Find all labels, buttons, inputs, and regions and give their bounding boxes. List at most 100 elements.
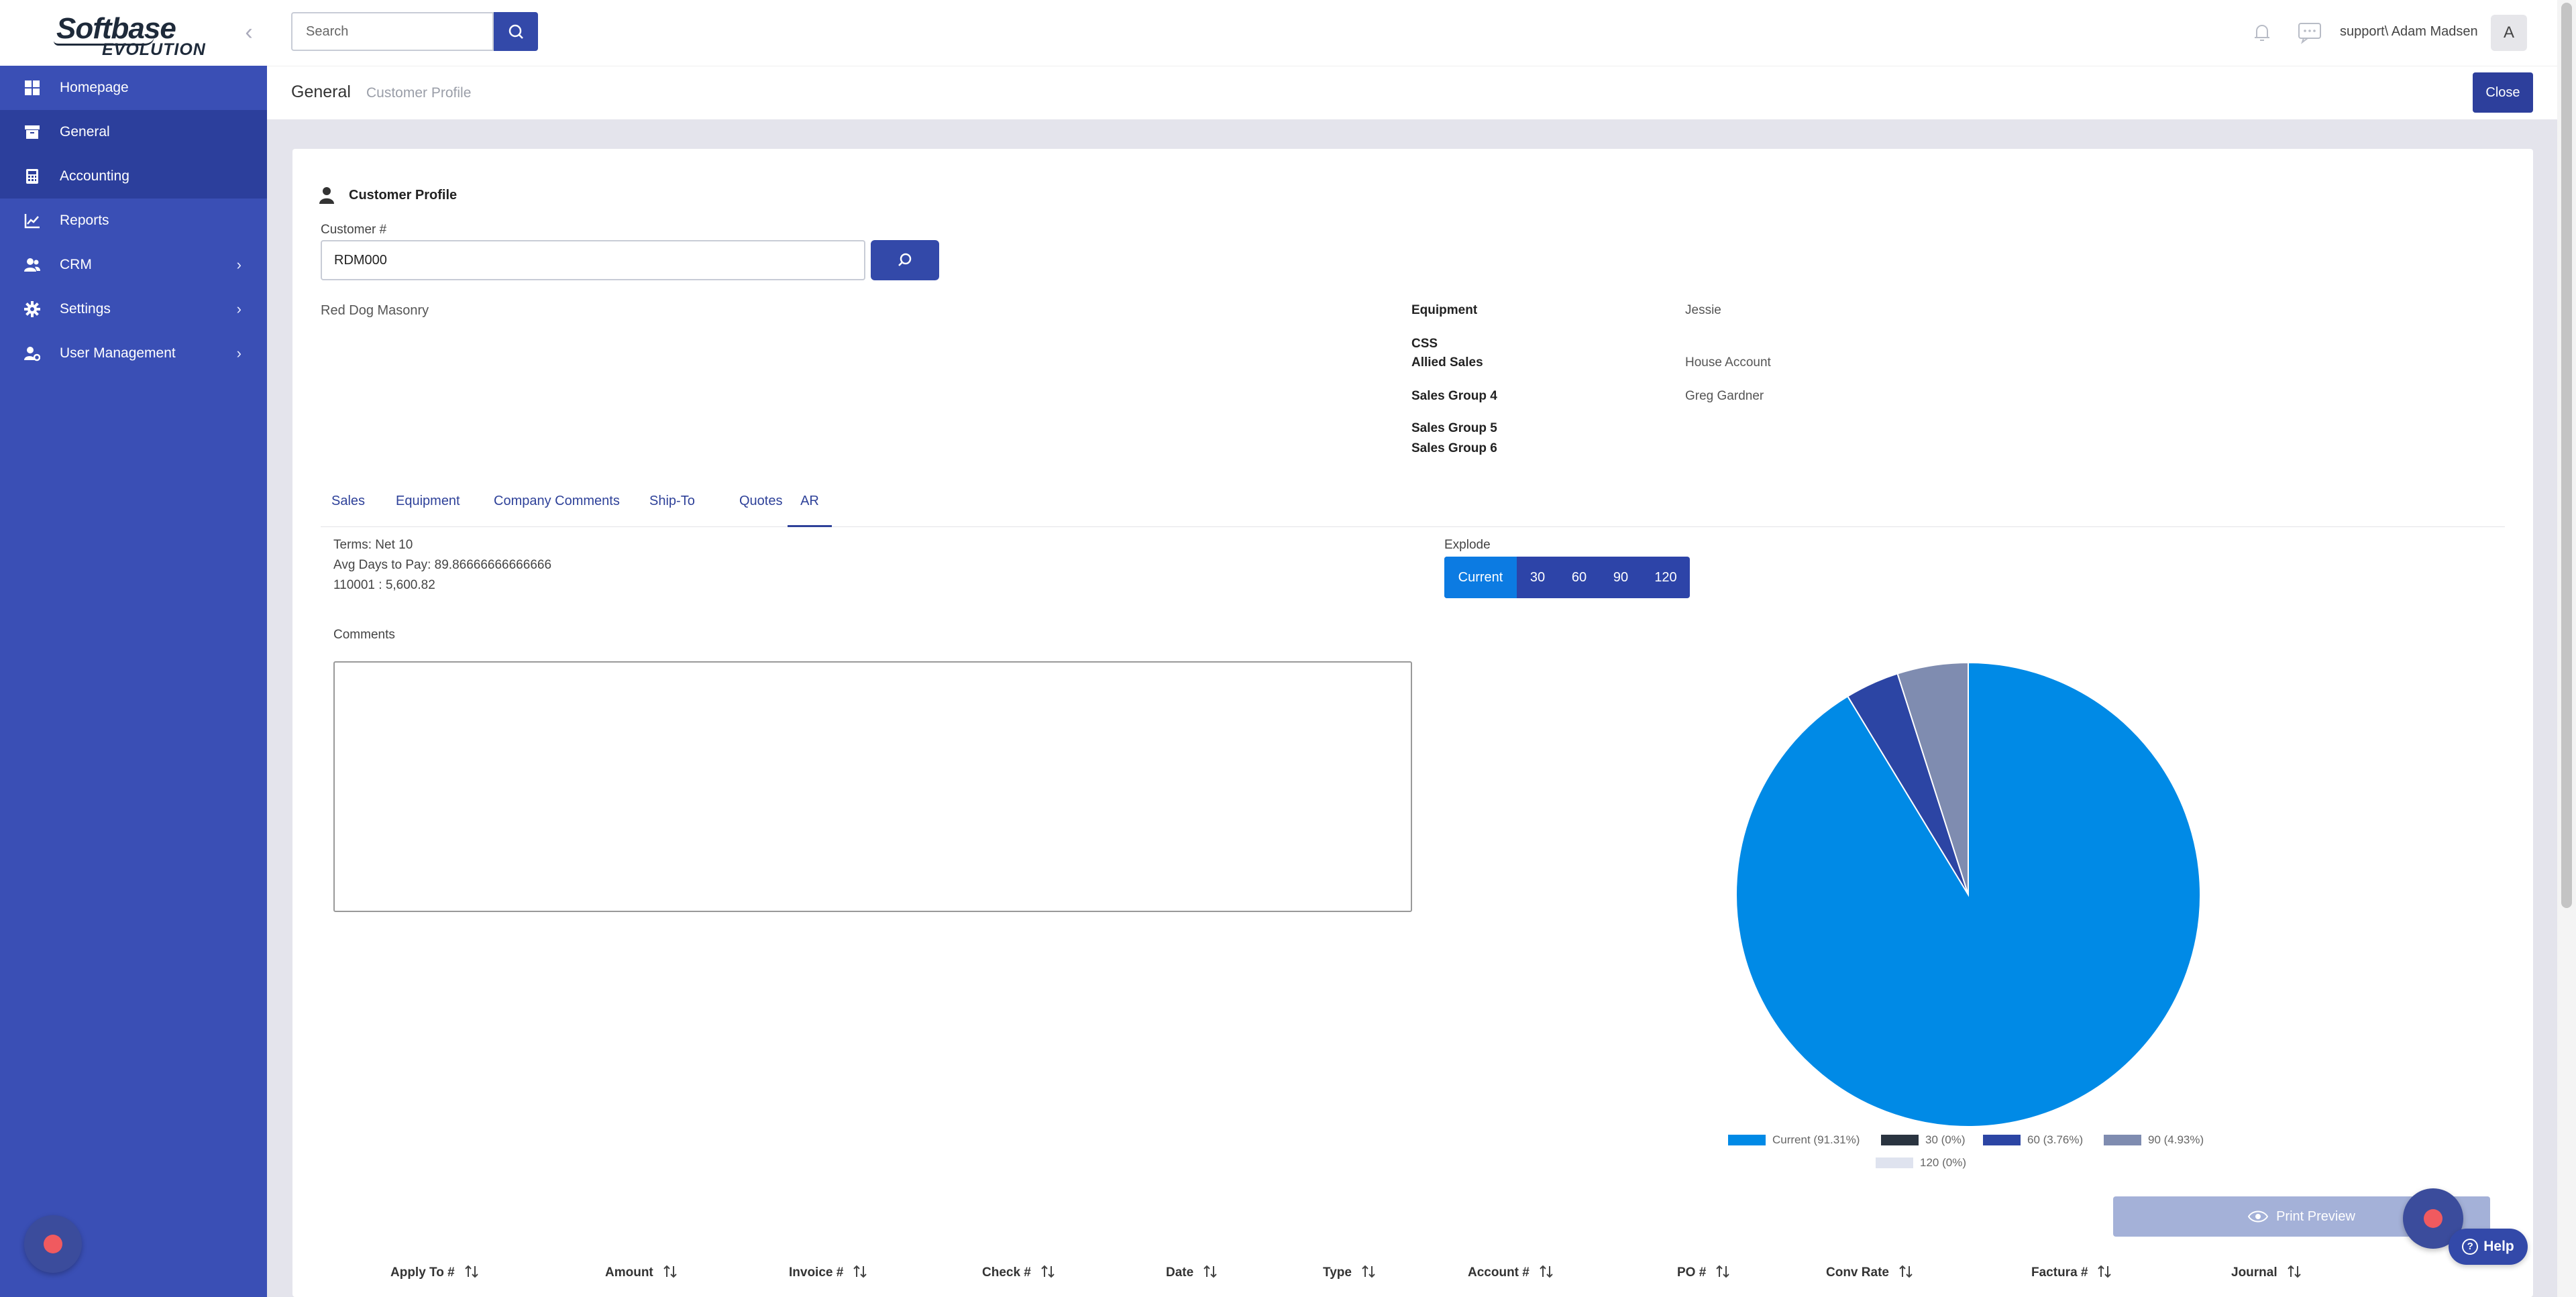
tab-ship-to[interactable]: Ship-To xyxy=(649,494,695,527)
column-header-label: Amount xyxy=(605,1265,653,1280)
sidebar-item-accounting[interactable]: Accounting xyxy=(0,154,267,199)
archive-icon xyxy=(25,125,40,139)
collapse-sidebar-icon[interactable]: ‹ xyxy=(239,20,259,44)
column-header-label: Journal xyxy=(2231,1265,2277,1280)
tab-sales[interactable]: Sales xyxy=(331,494,365,527)
sidebar-item-crm[interactable]: CRM › xyxy=(0,243,267,287)
chart-line-icon xyxy=(24,214,40,229)
breadcrumb: General Customer Profile xyxy=(267,66,2557,119)
column-header-label: Invoice # xyxy=(789,1265,844,1280)
sidebar-item-homepage[interactable]: Homepage xyxy=(0,66,267,110)
gear-icon xyxy=(24,301,40,317)
legend-swatch xyxy=(1881,1135,1919,1145)
sidebar-item-user-management[interactable]: User Management › xyxy=(0,331,267,376)
sort-icon xyxy=(1540,1265,1553,1278)
notification-dot-icon xyxy=(44,1235,62,1253)
explode-120-button[interactable]: 120 xyxy=(1642,557,1690,598)
column-header-label: Factura # xyxy=(2031,1265,2088,1280)
eye-icon xyxy=(2248,1210,2269,1223)
chat-icon[interactable] xyxy=(2297,20,2322,44)
column-header-label: Apply To # xyxy=(390,1265,455,1280)
column-factura[interactable]: Factura # xyxy=(2031,1265,2112,1280)
explode-30-button[interactable]: 30 xyxy=(1517,557,1558,598)
legend-label: 30 (0%) xyxy=(1925,1133,1966,1146)
softbase-logo[interactable]: Softbase EVOLUTION xyxy=(54,11,205,59)
search-button[interactable] xyxy=(494,12,538,51)
balance-text: 110001 : 5,600.82 xyxy=(333,578,435,592)
legend-swatch xyxy=(1876,1158,1913,1168)
legend-item-120[interactable]: 120 (0%) xyxy=(1876,1156,1966,1170)
legend-label: 120 (0%) xyxy=(1920,1156,1966,1169)
help-button[interactable]: ? Help xyxy=(2449,1229,2528,1265)
sort-icon xyxy=(1203,1265,1217,1278)
column-po[interactable]: PO # xyxy=(1677,1265,1730,1280)
column-conv-rate[interactable]: Conv Rate xyxy=(1826,1265,1913,1280)
legend-item-current[interactable]: Current (91.31%) xyxy=(1728,1133,1860,1147)
column-header-label: Type xyxy=(1323,1265,1352,1280)
customer-number-label: Customer # xyxy=(321,223,387,237)
tab-ar[interactable]: AR xyxy=(788,494,832,527)
column-journal[interactable]: Journal xyxy=(2231,1265,2302,1280)
customer-search-button[interactable] xyxy=(871,240,939,280)
scrollbar-thumb[interactable] xyxy=(2561,3,2572,908)
search-input[interactable] xyxy=(292,13,492,50)
explode-button-group: Current 30 60 90 120 xyxy=(1444,557,1690,598)
close-button[interactable]: Close xyxy=(2473,72,2533,113)
sidebar-item-label: General xyxy=(60,124,110,139)
explode-label: Explode xyxy=(1444,538,1491,552)
info-key-sales-group-4: Sales Group 4 xyxy=(1411,389,1497,403)
search-icon xyxy=(898,253,912,266)
column-header-label: PO # xyxy=(1677,1265,1707,1280)
card-title: Customer Profile xyxy=(319,187,457,204)
legend-item-90[interactable]: 90 (4.93%) xyxy=(2104,1133,2204,1147)
column-invoice[interactable]: Invoice # xyxy=(789,1265,867,1280)
info-value-equipment: Jessie xyxy=(1685,303,1721,317)
sidebar-item-label: Accounting xyxy=(60,168,129,184)
column-date[interactable]: Date xyxy=(1166,1265,1218,1280)
sort-icon xyxy=(1899,1265,1913,1278)
legend-label: 90 (4.93%) xyxy=(2148,1133,2204,1146)
explode-60-button[interactable]: 60 xyxy=(1558,557,1600,598)
avatar[interactable]: A xyxy=(2491,15,2527,51)
terms-text: Terms: Net 10 xyxy=(333,538,413,552)
info-key-sales-group-5: Sales Group 5 xyxy=(1411,421,1497,435)
user-name[interactable]: support\ Adam Madsen xyxy=(2340,24,2478,40)
sort-icon xyxy=(465,1265,478,1278)
sidebar-nav: Homepage General Accounting Reports CRM … xyxy=(0,66,267,376)
breadcrumb-section[interactable]: General xyxy=(291,82,351,102)
column-apply-to[interactable]: Apply To # xyxy=(390,1265,479,1280)
column-check[interactable]: Check # xyxy=(982,1265,1055,1280)
sidebar: Softbase EVOLUTION ‹ Homepage General Ac… xyxy=(0,0,267,1297)
breadcrumb-page: Customer Profile xyxy=(366,85,472,101)
users-icon xyxy=(24,258,40,272)
chat-launcher-button[interactable] xyxy=(24,1215,82,1273)
tab-equipment[interactable]: Equipment xyxy=(396,494,460,527)
sidebar-item-reports[interactable]: Reports xyxy=(0,199,267,243)
page-scrollbar[interactable] xyxy=(2557,0,2576,1297)
sort-icon xyxy=(2287,1265,2301,1278)
tab-company-comments[interactable]: Company Comments xyxy=(494,494,620,527)
search-icon xyxy=(508,24,523,39)
dashboard-icon xyxy=(25,80,40,95)
comments-textarea[interactable] xyxy=(333,661,1412,912)
user-icon xyxy=(319,187,334,204)
column-type[interactable]: Type xyxy=(1323,1265,1376,1280)
sidebar-item-label: Reports xyxy=(60,213,109,228)
legend-swatch xyxy=(1983,1135,2021,1145)
tab-quotes[interactable]: Quotes xyxy=(739,494,782,527)
sidebar-item-general[interactable]: General xyxy=(0,110,267,154)
bell-icon[interactable] xyxy=(2250,20,2274,44)
column-amount[interactable]: Amount xyxy=(605,1265,678,1280)
customer-number-input[interactable] xyxy=(321,240,865,280)
sidebar-item-settings[interactable]: Settings › xyxy=(0,287,267,331)
legend-item-60[interactable]: 60 (3.76%) xyxy=(1983,1133,2083,1147)
explode-current-button[interactable]: Current xyxy=(1444,557,1517,598)
legend-item-30[interactable]: 30 (0%) xyxy=(1881,1133,1966,1147)
info-key-allied-sales: Allied Sales xyxy=(1411,355,1483,370)
sort-icon xyxy=(663,1265,677,1278)
sidebar-item-label: User Management xyxy=(60,345,176,361)
explode-90-button[interactable]: 90 xyxy=(1600,557,1642,598)
column-account[interactable]: Account # xyxy=(1468,1265,1554,1280)
search-box xyxy=(291,12,494,51)
print-preview-label: Print Preview xyxy=(2276,1208,2355,1224)
